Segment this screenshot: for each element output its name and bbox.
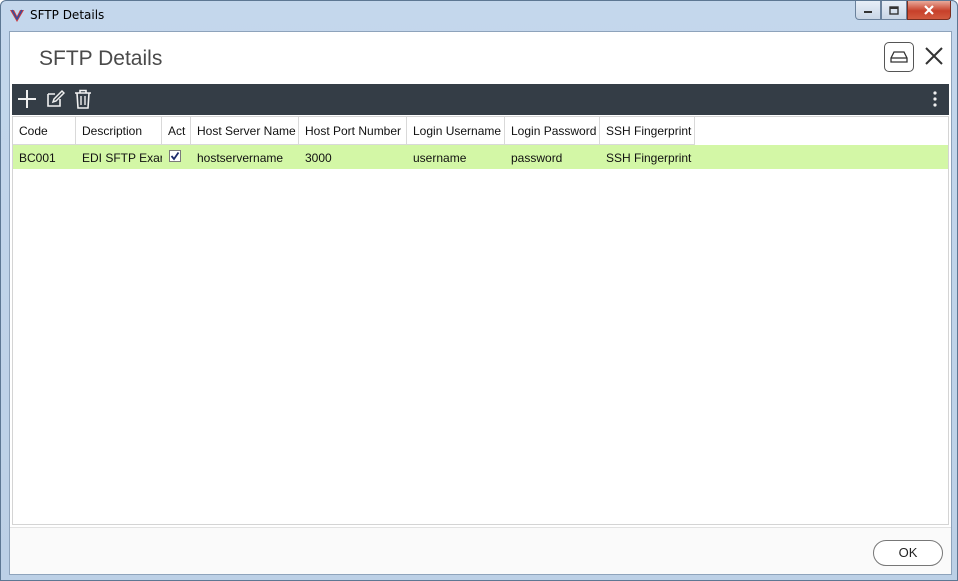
checkmark-icon	[170, 151, 180, 161]
window-controls	[855, 1, 951, 21]
minimize-icon	[864, 11, 872, 13]
dialog-footer: OK	[10, 527, 951, 574]
window-close-button[interactable]	[907, 1, 951, 20]
sftp-grid: Code Description Act Host Server Name Ho…	[12, 116, 949, 525]
edit-icon	[47, 89, 65, 107]
add-button[interactable]	[16, 88, 38, 110]
column-header-login-username[interactable]: Login Username	[407, 117, 505, 145]
page-title: SFTP Details	[39, 47, 163, 70]
add-icon	[18, 90, 36, 108]
cell-login-username[interactable]: username	[407, 145, 505, 169]
cell-host-server-name[interactable]: hostservername	[191, 145, 299, 169]
edit-button[interactable]	[44, 88, 66, 110]
more-options-button[interactable]	[924, 88, 946, 110]
column-header-host-server-name[interactable]: Host Server Name	[191, 117, 299, 145]
column-header-active[interactable]: Act	[162, 117, 191, 145]
cell-login-password[interactable]: password	[505, 145, 600, 169]
cell-ssh-fingerprint[interactable]: SSH Fingerprint	[600, 145, 695, 169]
column-header-login-password[interactable]: Login Password	[505, 117, 600, 145]
maximize-icon	[889, 5, 899, 15]
grid-toolbar	[12, 84, 949, 115]
column-header-host-port-number[interactable]: Host Port Number	[299, 117, 407, 145]
title-bar[interactable]: SFTP Details	[1, 1, 957, 31]
dialog-header: SFTP Details	[10, 32, 951, 82]
cell-code[interactable]: BC001	[13, 145, 76, 169]
delete-icon	[75, 89, 91, 109]
cell-host-port-number[interactable]: 3000	[299, 145, 407, 169]
close-icon	[924, 5, 934, 15]
maximize-button[interactable]	[881, 1, 907, 20]
ok-button[interactable]: OK	[873, 540, 943, 566]
delete-button[interactable]	[72, 88, 94, 110]
minimize-button[interactable]	[855, 1, 881, 20]
application-window: SFTP Details SFTP Details Code Descripti…	[0, 0, 958, 581]
app-logo-icon	[10, 9, 24, 22]
close-icon	[925, 47, 943, 65]
more-vertical-icon	[933, 91, 937, 107]
column-header-ssh-fingerprint[interactable]: SSH Fingerprint	[600, 117, 695, 145]
drive-button[interactable]	[884, 42, 914, 72]
dialog-content: SFTP Details Code Description Act Host S…	[9, 31, 952, 575]
window-title: SFTP Details	[30, 8, 105, 22]
active-checkbox[interactable]	[169, 150, 181, 162]
drive-icon	[890, 51, 908, 63]
table-row[interactable]: BC001 EDI SFTP Exar hostservername 3000 …	[13, 145, 948, 169]
grid-header: Code Description Act Host Server Name Ho…	[13, 117, 695, 145]
dialog-close-button[interactable]	[922, 44, 946, 68]
column-header-description[interactable]: Description	[76, 117, 162, 145]
column-header-code[interactable]: Code	[13, 117, 76, 145]
cell-active[interactable]	[162, 145, 191, 169]
cell-description[interactable]: EDI SFTP Exar	[76, 145, 162, 169]
